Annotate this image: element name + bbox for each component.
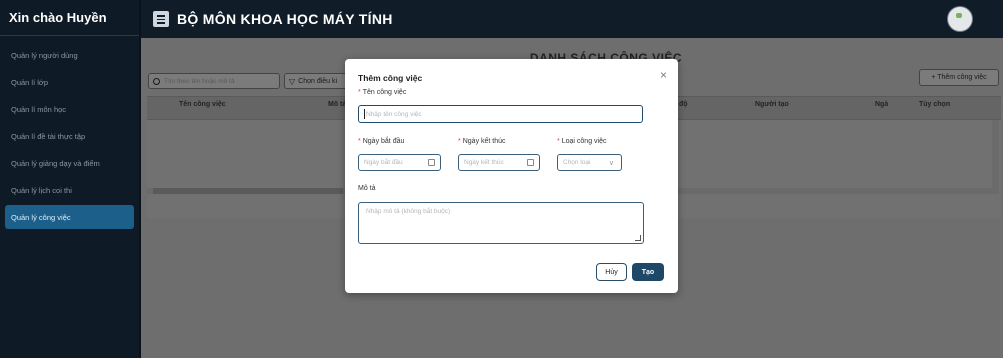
sidebar-item-subjects[interactable]: Quản lí môn học <box>5 97 134 121</box>
task-type-select[interactable]: Chọn loại ∨ <box>557 154 622 171</box>
sidebar: Xin chào Huyền Quản lý người dùng Quản l… <box>0 0 141 358</box>
sidebar-item-internship[interactable]: Quản lí đề tài thực tập <box>5 124 134 148</box>
sidebar-item-users[interactable]: Quản lý người dùng <box>5 43 134 67</box>
filter-label: Chọn điều ki <box>298 77 338 85</box>
start-date-placeholder: Ngày bắt đầu <box>364 159 403 166</box>
calendar-icon <box>527 159 534 166</box>
add-task-dialog: Thêm công việc × * Tên công việc Nhập tên… <box>345 59 678 293</box>
topbar: BỘ MÔN KHOA HỌC MÁY TÍNH <box>141 0 1003 38</box>
sidebar-item-label: Quản lí môn học <box>11 104 67 114</box>
end-date-label: * Ngày kết thúc <box>458 138 506 145</box>
column-header-name: Tên công việc <box>179 101 226 108</box>
sidebar-item-label: Quản lý công việc <box>11 212 71 222</box>
greeting: Xin chào Huyền <box>0 0 139 36</box>
cancel-button[interactable]: Hủy <box>596 263 627 281</box>
description-label: Mô tả <box>358 185 376 192</box>
description-placeholder: Nhập mô tả (không bắt buộc) <box>366 208 451 215</box>
calendar-icon <box>428 159 435 166</box>
sidebar-item-label: Quản lý lịch coi thi <box>11 185 72 195</box>
task-name-placeholder: Nhập tên công việc <box>366 110 422 118</box>
avatar[interactable] <box>947 6 973 32</box>
sidebar-menu: Quản lý người dùng Quản lí lớp Quản lí m… <box>0 36 139 229</box>
end-date-placeholder: Ngày kết thúc <box>464 159 504 166</box>
search-placeholder: Tìm theo tên hoặc mô tả <box>164 77 235 85</box>
close-icon[interactable]: × <box>660 68 667 82</box>
sidebar-item-label: Quản lý giảng dạy và điểm <box>11 158 100 168</box>
sidebar-item-exam-schedule[interactable]: Quản lý lịch coi thi <box>5 178 134 202</box>
task-name-input[interactable]: Nhập tên công việc <box>358 105 643 123</box>
column-header-priority: độ <box>679 101 688 108</box>
department-title: BỘ MÔN KHOA HỌC MÁY TÍNH <box>177 11 393 27</box>
column-header-options: Tùy chọn <box>919 101 951 108</box>
task-name-label: * Tên công việc <box>358 89 407 96</box>
sidebar-item-label: Quản lí lớp <box>11 77 49 87</box>
add-task-button[interactable]: + Thêm công việc <box>919 69 999 86</box>
resize-handle[interactable] <box>635 235 641 241</box>
vertical-scrollbar[interactable] <box>992 120 999 194</box>
description-textarea[interactable]: Nhập mô tả (không bắt buộc) <box>358 202 644 244</box>
start-date-label: * Ngày bắt đầu <box>358 138 405 145</box>
menu-icon[interactable] <box>153 11 169 27</box>
horizontal-scroll-thumb[interactable] <box>153 188 343 194</box>
task-type-label: * Loại công việc <box>557 138 607 145</box>
chevron-down-icon: ∨ <box>608 160 614 167</box>
dialog-title: Thêm công việc <box>358 73 423 83</box>
task-type-placeholder: Chọn loại <box>563 159 591 166</box>
sidebar-item-label: Quản lí đề tài thực tập <box>11 131 86 141</box>
search-icon <box>153 77 160 85</box>
end-date-picker[interactable]: Ngày kết thúc <box>458 154 540 171</box>
column-header-description: Mô tả <box>328 101 347 108</box>
column-header-date: Ngà <box>875 101 889 108</box>
sidebar-item-classes[interactable]: Quản lí lớp <box>5 70 134 94</box>
start-date-picker[interactable]: Ngày bắt đầu <box>358 154 441 171</box>
create-button[interactable]: Tạo <box>632 263 664 281</box>
filter-icon: ▽ <box>289 76 296 86</box>
sidebar-item-teaching[interactable]: Quản lý giảng dạy và điểm <box>5 151 134 175</box>
filter-button[interactable]: ▽ Chọn điều ki <box>284 73 348 89</box>
search-input[interactable]: Tìm theo tên hoặc mô tả <box>148 73 280 89</box>
sidebar-item-tasks[interactable]: Quản lý công việc <box>5 205 134 229</box>
sidebar-item-label: Quản lý người dùng <box>11 50 78 60</box>
column-header-creator: Người tạo <box>755 101 789 108</box>
